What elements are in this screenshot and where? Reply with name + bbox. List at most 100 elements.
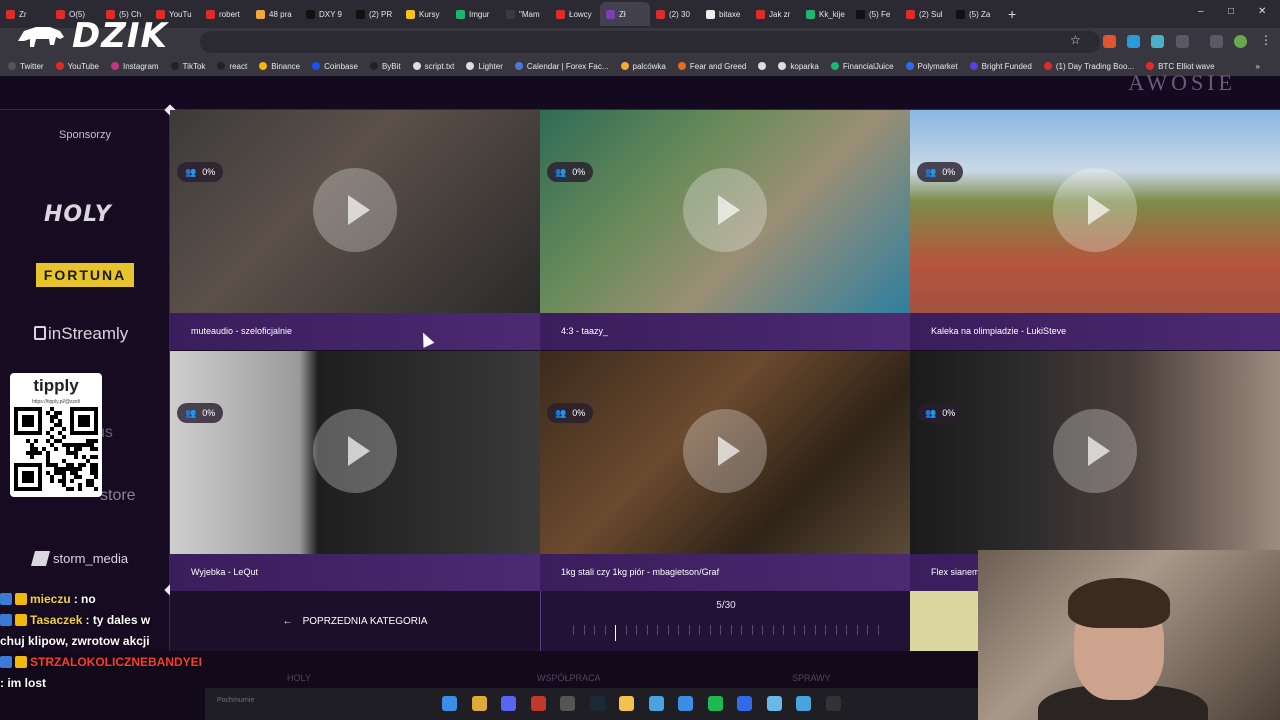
obs-icon[interactable] [560, 696, 575, 711]
clip-progress-tick[interactable] [804, 625, 806, 635]
browser-menu-icon[interactable]: ⋮ [1260, 33, 1273, 47]
clip-title[interactable]: Wyjebka - LeQut [170, 554, 540, 591]
clip-progress-tick[interactable] [846, 625, 848, 635]
browser-tab[interactable]: (5) Za [950, 2, 1000, 26]
clip-progress-tick[interactable] [667, 625, 669, 635]
app-icon[interactable] [530, 696, 546, 711]
profile-avatar[interactable] [1234, 35, 1247, 48]
bookmark-item[interactable]: Calendar | Forex Fac... [514, 62, 609, 71]
play-icon[interactable] [313, 168, 397, 252]
clip-card[interactable]: 👥 0% muteaudio - szeloficjalnie [170, 110, 540, 350]
browser-tab[interactable]: (5) Fe [850, 2, 900, 26]
clip-progress-tick[interactable] [741, 625, 743, 635]
reading-list-icon[interactable] [1210, 35, 1223, 48]
browser-tab[interactable]: robert [200, 2, 250, 26]
clip-progress-tick[interactable] [636, 625, 638, 635]
sponsor-instreamly-logo[interactable]: inStreamly [34, 324, 128, 344]
maximize-button[interactable]: □ [1228, 6, 1234, 17]
clip-title[interactable]: 4:3 - taazy_ [540, 313, 910, 350]
bookmark-item[interactable]: react [217, 62, 247, 71]
browser-tab[interactable]: "Mam [500, 2, 550, 26]
clip-card[interactable]: 👥 0% Wyjebka - LeQut [170, 351, 540, 591]
clip-progress-tick[interactable] [751, 625, 753, 635]
browser-tab[interactable]: Jak zr [750, 2, 800, 26]
bookmark-item[interactable]: Fear and Greed [677, 62, 746, 71]
bookmark-item[interactable]: koparka [778, 62, 819, 71]
footer-link[interactable]: HOLY [287, 673, 311, 683]
footer-link[interactable]: SPRAWY [792, 673, 831, 683]
clip-progress-tick[interactable] [583, 625, 585, 635]
discord-icon[interactable] [501, 696, 516, 711]
bookmark-item[interactable]: Twitter [8, 62, 44, 71]
network-icon[interactable] [678, 696, 693, 711]
clip-progress-tick[interactable] [856, 625, 858, 635]
browser-tab[interactable]: 48 pra [250, 2, 300, 26]
extension-icon[interactable] [1127, 35, 1140, 48]
clip-title[interactable]: Kaleka na olimpiadzie - LukiSteve [910, 313, 1280, 350]
bookmark-item[interactable]: TikTok [170, 62, 205, 71]
play-icon[interactable] [1053, 168, 1137, 252]
clip-progress-tick[interactable] [793, 625, 795, 635]
clip-progress-tick[interactable] [762, 625, 764, 635]
clip-progress-tick[interactable] [730, 625, 732, 635]
clip-progress-ticks[interactable] [573, 625, 879, 641]
clip-progress-tick[interactable] [825, 625, 827, 635]
clip-progress-tick[interactable] [646, 625, 648, 635]
clip-title[interactable]: muteaudio - szeloficjalnie [170, 313, 540, 350]
clip-progress-tick[interactable] [783, 625, 785, 635]
new-tab-button[interactable]: + [1000, 6, 1024, 22]
play-icon[interactable] [683, 168, 767, 252]
spotify-icon[interactable] [707, 696, 723, 711]
clip-progress-tick[interactable] [699, 625, 701, 635]
browser-tab[interactable]: Łowcy [550, 2, 600, 26]
bookmark-item[interactable]: ByBit [369, 62, 401, 71]
clip-card[interactable]: 👥 0% 1kg stali czy 1kg piór - mbagietson/G… [540, 351, 910, 591]
clip-progress-tick[interactable] [772, 625, 774, 635]
clip-progress-tick[interactable] [657, 625, 659, 635]
sponsor-holy-logo[interactable]: HOLY [44, 202, 112, 227]
chrome-icon[interactable] [471, 696, 487, 711]
browser-tab[interactable]: (2) Sul [900, 2, 950, 26]
bookmark-item[interactable]: palcówka [620, 62, 666, 71]
clip-progress-tick[interactable] [814, 625, 816, 635]
bookmarks-overflow-button[interactable]: » [1256, 62, 1260, 71]
clip-progress-tick[interactable] [594, 625, 596, 635]
play-icon[interactable] [1053, 409, 1137, 493]
sponsor-fortuna-logo[interactable]: FORTUNA [36, 263, 134, 287]
bookmark-item[interactable]: Lighter [466, 62, 503, 71]
extensions-puzzle-icon[interactable] [1176, 35, 1189, 48]
address-bar[interactable] [200, 31, 1100, 53]
bookmark-item[interactable]: Coinbase [312, 62, 358, 71]
bookmark-item[interactable]: YouTube [55, 62, 99, 71]
bookmark-item[interactable]: Bright Funded [969, 62, 1032, 71]
clip-progress-tick[interactable] [867, 625, 869, 635]
sponsor-store-logo[interactable]: store [100, 487, 136, 505]
browser-tab[interactable]: Imgur [450, 2, 500, 26]
folder-icon[interactable] [619, 696, 634, 711]
photos-icon[interactable] [796, 696, 811, 711]
terminal-icon[interactable] [825, 696, 841, 711]
browser-tab[interactable]: (2) 30 [650, 2, 700, 26]
minimize-button[interactable]: – [1198, 6, 1204, 17]
windows-start-icon[interactable] [442, 696, 457, 711]
app2-icon[interactable] [737, 696, 752, 711]
play-icon[interactable] [683, 409, 767, 493]
clip-progress-tick[interactable] [604, 625, 606, 635]
bookmark-star-icon[interactable]: ☆ [1070, 33, 1083, 47]
clip-progress-tick[interactable] [877, 625, 879, 635]
bookmark-item[interactable]: (1) Day Trading Boo... [1043, 62, 1134, 71]
clip-card[interactable]: 👥 0% Kaleka na olimpiadzie - LukiSteve [910, 110, 1280, 350]
browser-tab[interactable]: Kk_kije [800, 2, 850, 26]
bookmark-icon-only[interactable] [758, 62, 767, 70]
clip-progress-tick[interactable] [835, 625, 837, 635]
play-icon[interactable] [313, 409, 397, 493]
bookmark-item[interactable]: FinancialJuice [830, 62, 894, 71]
extension-icon[interactable] [1151, 35, 1164, 48]
clip-progress-tick[interactable] [573, 625, 574, 635]
ccleaner-icon[interactable] [648, 696, 664, 711]
bookmark-item[interactable]: Instagram [111, 62, 159, 71]
notes-icon[interactable] [766, 696, 782, 711]
bookmark-item[interactable]: Polymarket [905, 62, 958, 71]
clip-progress-tick[interactable] [720, 625, 722, 635]
browser-tab[interactable]: bitaxe [700, 2, 750, 26]
